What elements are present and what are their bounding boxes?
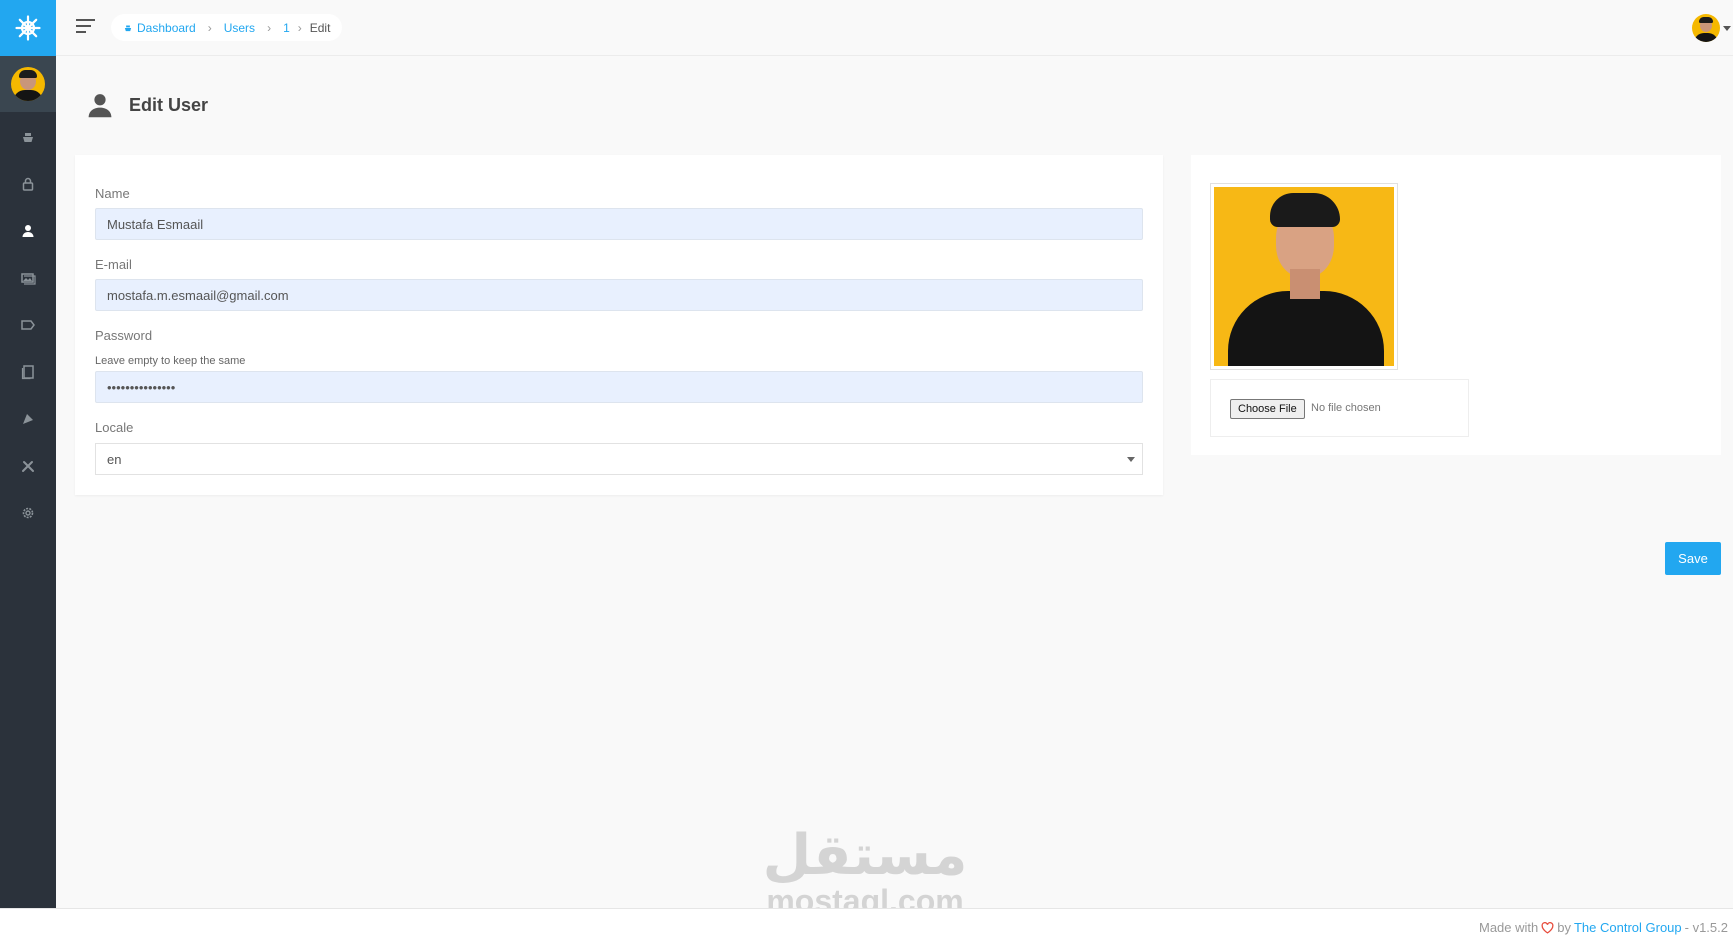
user-avatar-image — [1210, 183, 1398, 370]
helm-icon — [15, 15, 41, 41]
page-header: Edit User — [86, 91, 208, 119]
sidebar-item-dashboard[interactable] — [0, 113, 56, 160]
footer-company-link[interactable]: The Control Group — [1574, 920, 1682, 935]
compass-icon — [23, 413, 33, 424]
file-status-text: No file chosen — [1311, 402, 1381, 414]
breadcrumb-current: Edit — [309, 20, 331, 35]
footer-made-with: Made with — [1478, 920, 1539, 935]
email-label: E-mail — [95, 257, 132, 272]
breadcrumb-users[interactable]: Users — [224, 21, 255, 35]
heart-icon — [1541, 921, 1554, 934]
avatar — [11, 67, 45, 101]
name-label: Name — [95, 186, 130, 201]
sidebar-item-compass[interactable] — [0, 395, 56, 442]
brand-logo[interactable] — [0, 0, 56, 56]
page-title: Edit User — [129, 94, 209, 115]
avatar-panel: Choose File No file chosen — [1191, 155, 1721, 455]
sidebar-item-media[interactable] — [0, 254, 56, 301]
user-avatar-menu[interactable] — [1692, 14, 1720, 42]
name-input[interactable]: Mustafa Esmaail — [95, 208, 1143, 240]
documents-icon — [21, 364, 34, 379]
sidebar-item-users[interactable] — [0, 207, 56, 254]
locale-selected-value: en — [107, 451, 122, 467]
gear-icon — [22, 507, 34, 518]
person-icon — [88, 94, 112, 118]
password-input[interactable]: ••••••••••••••• — [95, 371, 1143, 403]
chevron-right-icon: › — [207, 20, 212, 35]
watermark-arabic: مستقل — [762, 823, 968, 888]
save-button[interactable]: Save — [1665, 542, 1721, 575]
watermark: مستقل mostaql.com — [760, 823, 970, 918]
email-input[interactable]: mostafa.m.esmaail@gmail.com — [95, 279, 1143, 311]
sidebar-item-pages[interactable] — [0, 348, 56, 395]
user-photo — [1214, 187, 1394, 366]
sidebar — [0, 0, 56, 908]
tools-icon — [22, 460, 34, 472]
images-icon — [21, 272, 36, 285]
caret-down-icon — [1127, 457, 1135, 462]
lock-icon — [22, 177, 34, 191]
choose-file-button[interactable]: Choose File — [1230, 399, 1305, 419]
chevron-right-icon: › — [267, 20, 272, 35]
caret-down-icon[interactable] — [1723, 26, 1731, 31]
footer-credit: Made with by The Control Group - v1.5.2 — [1479, 920, 1728, 935]
breadcrumb-dashboard[interactable]: Dashboard — [123, 21, 196, 35]
password-hint: Leave empty to keep the same — [95, 355, 246, 367]
sidebar-item-roles[interactable] — [0, 160, 56, 207]
locale-label: Locale — [95, 420, 134, 435]
sidebar-item-categories[interactable] — [0, 301, 56, 348]
boat-icon — [124, 25, 132, 31]
locale-select[interactable]: en — [95, 443, 1143, 475]
avatar-file-input: Choose File No file chosen — [1210, 379, 1469, 437]
breadcrumb: Dashboard › Users › 1 › Edit — [111, 14, 343, 41]
topbar: Dashboard › Users › 1 › Edit — [56, 0, 1733, 56]
footer-version: - v1.5.2 — [1684, 920, 1728, 935]
footer-by: by — [1557, 920, 1571, 935]
sidebar-item-settings[interactable] — [0, 489, 56, 536]
breadcrumb-user-id[interactable]: 1 — [283, 21, 290, 35]
password-label: Password — [95, 328, 153, 343]
breadcrumb-dashboard-label: Dashboard — [137, 20, 196, 35]
sidebar-user[interactable] — [0, 56, 56, 112]
person-icon — [22, 224, 34, 237]
chevron-right-icon: › — [297, 20, 302, 35]
tag-icon — [21, 319, 35, 330]
boat-icon — [23, 132, 33, 142]
menu-toggle-icon[interactable] — [76, 19, 96, 35]
sidebar-item-tools[interactable] — [0, 442, 56, 489]
user-form-panel: Name Mustafa Esmaail E-mail mostafa.m.es… — [75, 155, 1163, 495]
footer: Made with by The Control Group - v1.5.2 — [0, 908, 1733, 947]
